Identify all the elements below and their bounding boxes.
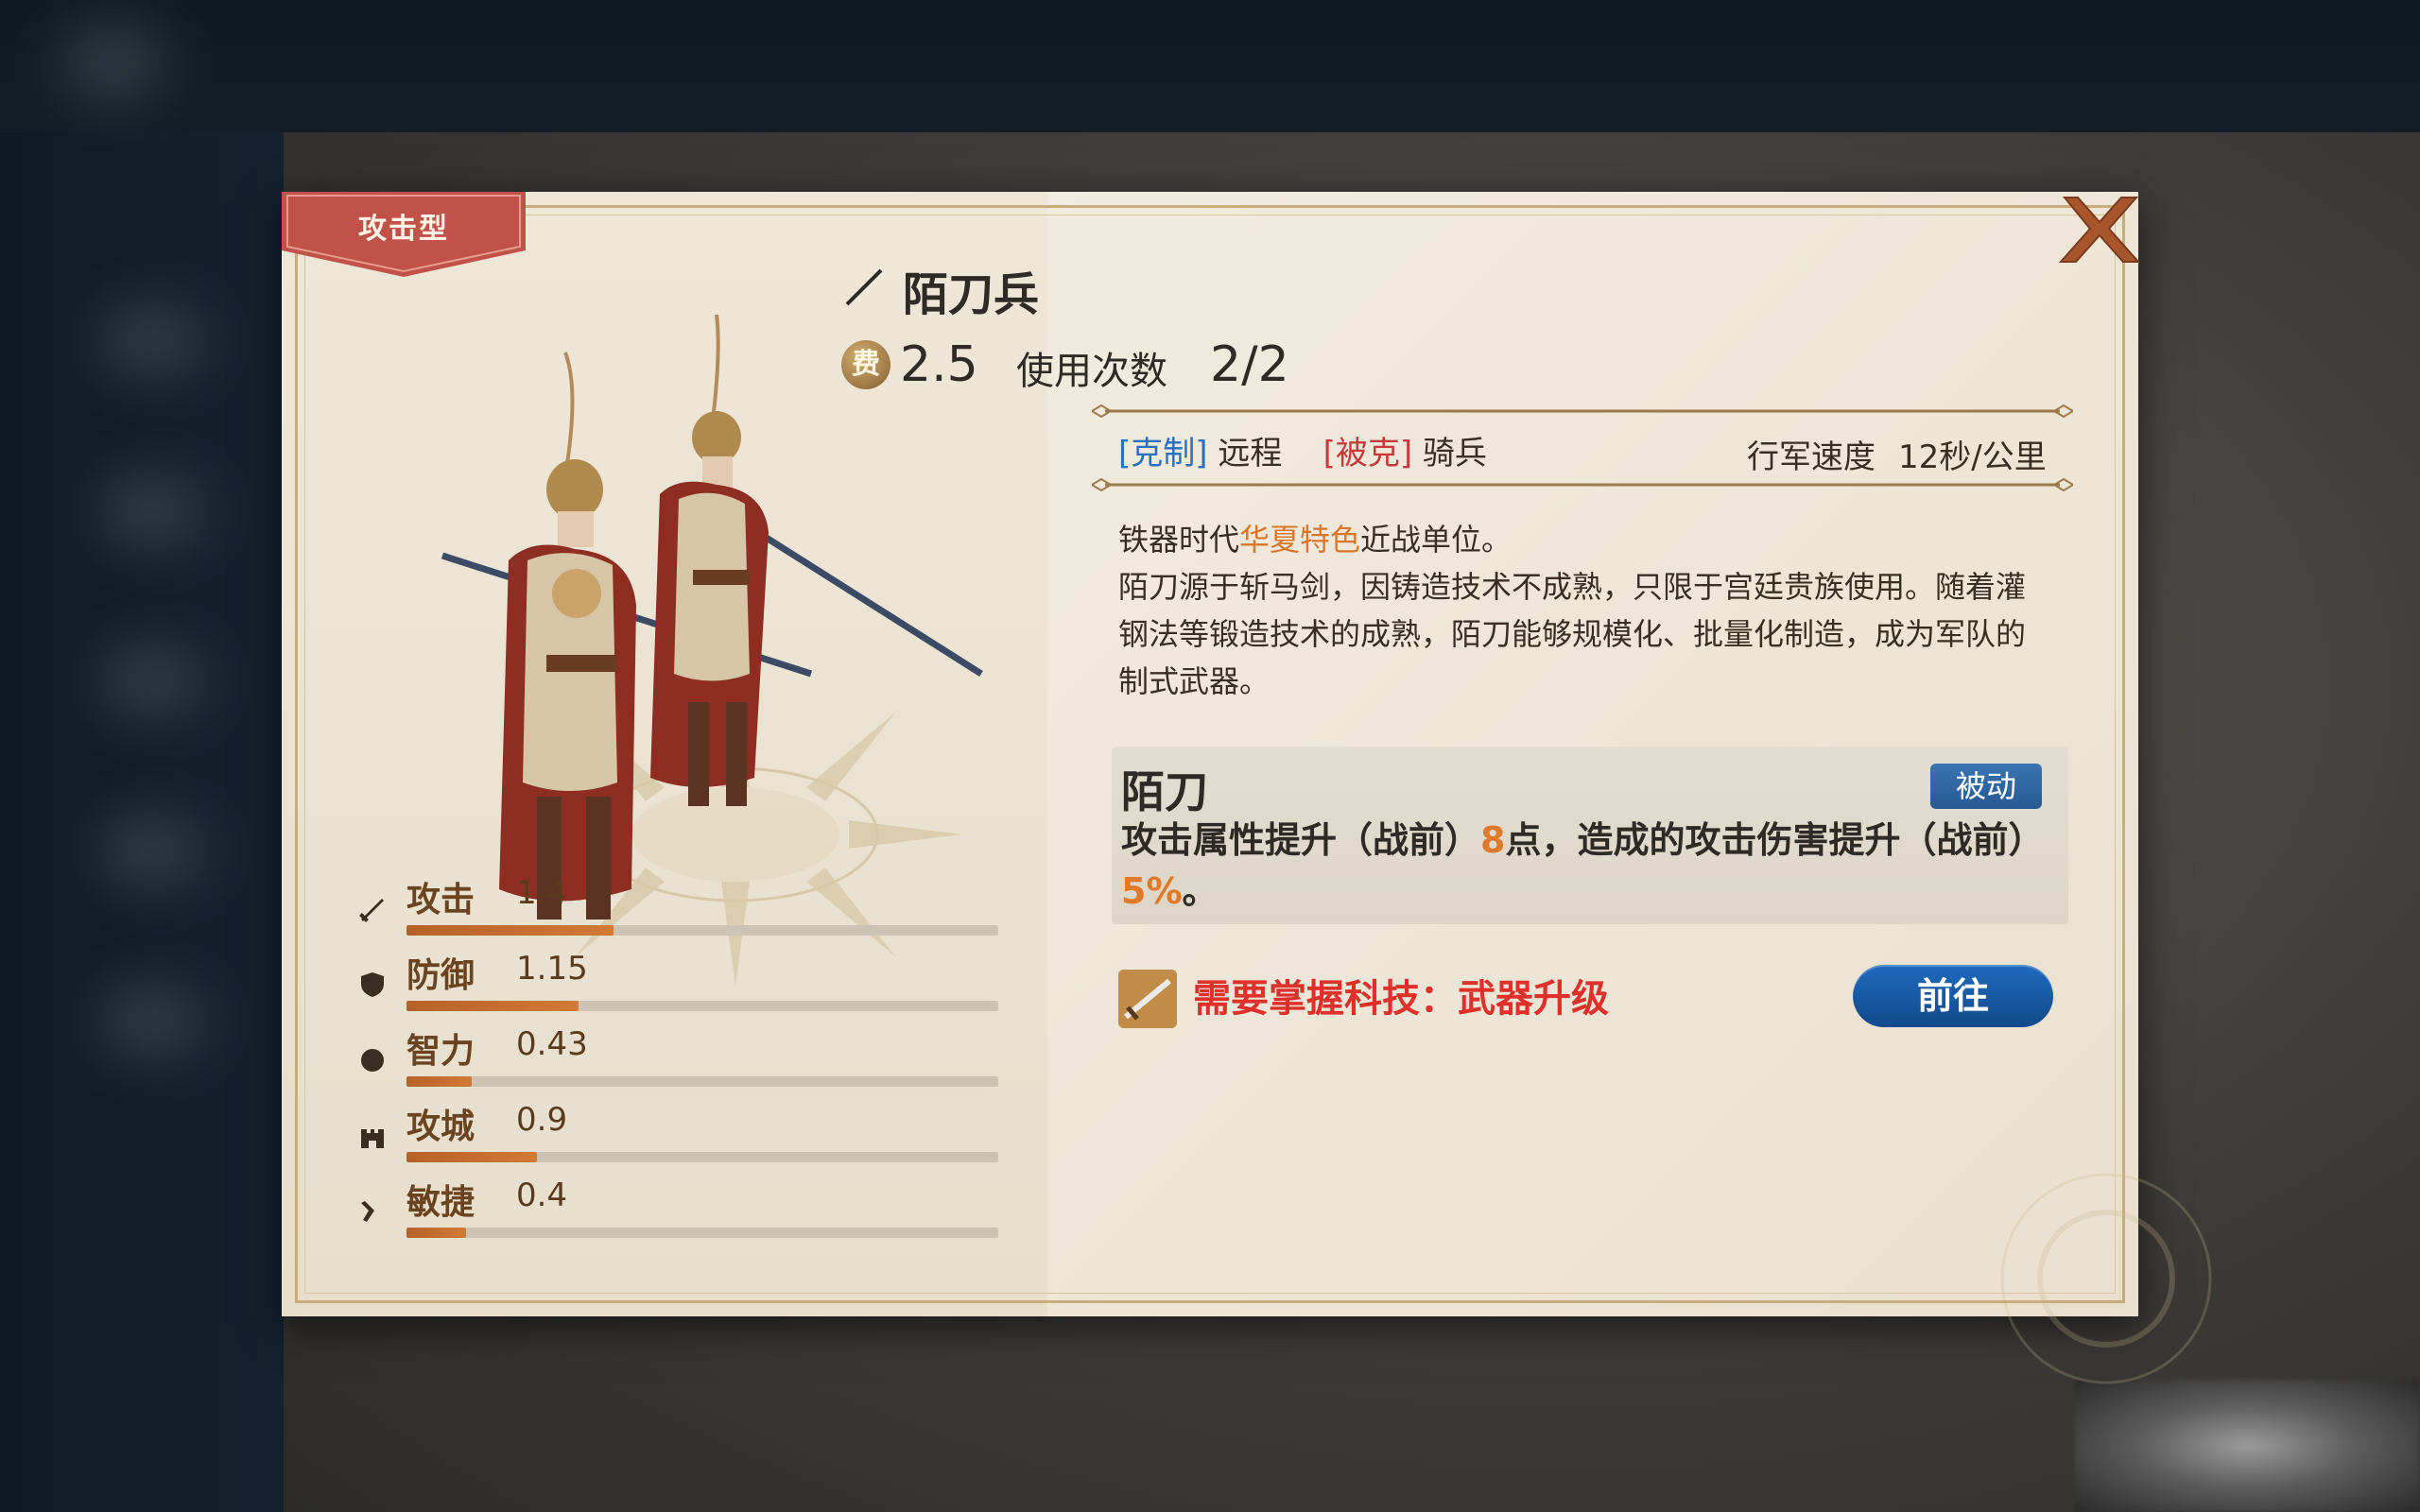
- unit-description: 铁器时代华夏特色近战单位。 陌刀源于斩马剑，因铸造技术不成熟，只限于宫廷贵族使用…: [1118, 516, 2054, 705]
- blade-icon: [845, 268, 883, 306]
- stat-bar: [406, 925, 998, 936]
- stat-value: 0.9: [516, 1101, 568, 1139]
- close-button[interactable]: [2057, 192, 2142, 266]
- castle-icon: [361, 1129, 384, 1148]
- description-line-1: 铁器时代华夏特色近战单位。: [1118, 516, 2054, 563]
- counter-row: [克制] 远程 [被克] 骑兵: [1118, 427, 1487, 473]
- background-topbar: [0, 0, 2420, 132]
- unit-type-ribbon: 攻击型: [282, 192, 526, 277]
- countered-tag: [被克]: [1322, 435, 1413, 472]
- description-body: 陌刀源于斩马剑，因铸造技术不成熟，只限于宫廷贵族使用。随着灌钢法等锻造技术的成熟…: [1118, 569, 2027, 699]
- stat-row: 攻击 1.4: [357, 872, 998, 938]
- stat-value: 1.15: [516, 950, 588, 988]
- shield-icon: [361, 972, 384, 997]
- stat-label: 敏捷: [406, 1183, 475, 1222]
- stat-row: 攻城 0.9: [357, 1099, 998, 1165]
- stat-bar-fill: [406, 925, 614, 936]
- stat-value: 0.43: [516, 1025, 588, 1063]
- description-suffix: 近战单位。: [1360, 522, 1512, 558]
- counter-tag: [克制]: [1118, 435, 1208, 472]
- skill-desc-part: 点，造成的攻击伤害提升（战前）: [1505, 819, 2045, 861]
- stat-label: 智力: [406, 1032, 475, 1071]
- background-blur: [95, 302, 208, 378]
- stat-label: 攻击: [406, 881, 475, 919]
- sword-icon: [359, 899, 384, 922]
- stat-bar: [406, 1076, 998, 1087]
- background-blur: [57, 19, 170, 104]
- skill-desc-part: 攻击属性提升（战前）: [1121, 819, 1481, 861]
- skill-name: 陌刀: [1121, 766, 1208, 817]
- skill-desc-number: 5%: [1121, 870, 1183, 912]
- background-blur: [95, 472, 208, 548]
- uses-label: 使用次数: [1016, 350, 1167, 393]
- skill-desc-number: 8: [1480, 819, 1506, 861]
- stat-bar-fill: [406, 1228, 466, 1238]
- stat-row: 智力 0.43: [357, 1023, 998, 1090]
- stat-bar: [406, 1001, 998, 1011]
- unit-name: 陌刀兵: [903, 268, 1040, 321]
- skill-description: 攻击属性提升（战前）8点，造成的攻击伤害提升（战前） 5%。: [1121, 815, 2057, 917]
- background-blur: [95, 983, 208, 1058]
- skill-desc-part: 。: [1182, 870, 1219, 912]
- march-speed-label: 行军速度: [1747, 438, 1876, 476]
- background-blur: [95, 813, 208, 888]
- stat-row: 防御 1.15: [357, 948, 998, 1014]
- boot-icon: [361, 1201, 374, 1222]
- description-prefix: 铁器时代: [1118, 522, 1240, 558]
- skill-panel: 陌刀 被动 攻击属性提升（战前）8点，造成的攻击伤害提升（战前） 5%。: [1112, 747, 2068, 924]
- goto-button[interactable]: 前往: [1853, 965, 2053, 1027]
- stat-bar-fill: [406, 1076, 472, 1087]
- brain-icon: [361, 1049, 384, 1072]
- background-blur: [95, 643, 208, 718]
- stat-label: 攻城: [406, 1108, 475, 1146]
- stat-label: 防御: [406, 956, 475, 995]
- stat-row: 敏捷 0.4: [357, 1175, 998, 1241]
- stat-bar: [406, 1228, 998, 1238]
- passive-badge: 被动: [1930, 764, 2042, 809]
- close-icon: [2058, 197, 2141, 263]
- divider-top: [1092, 404, 2073, 419]
- countered-by: 骑兵: [1422, 435, 1487, 472]
- soldier-left: [499, 352, 636, 919]
- stat-bar-fill: [406, 1152, 537, 1162]
- weapon-upgrade-icon: [1118, 970, 1177, 1028]
- stat-bar: [406, 1152, 998, 1162]
- soldier-right: [650, 314, 769, 806]
- corner-sun-decoration: [2000, 1173, 2212, 1384]
- divider-bottom: [1092, 477, 2073, 492]
- description-highlight: 华夏特色: [1239, 522, 1361, 558]
- march-speed-value: 12秒/公里: [1898, 438, 2047, 476]
- uses-value: 2/2: [1210, 336, 1289, 393]
- stat-value: 0.4: [516, 1177, 568, 1214]
- stat-bar-fill: [406, 1001, 579, 1011]
- cost-value: 2.5: [900, 336, 978, 393]
- counter-target: 远程: [1218, 435, 1283, 472]
- unit-type-label: 攻击型: [358, 213, 449, 246]
- stat-value: 1.4: [516, 874, 568, 912]
- cost-icon: 费: [841, 340, 890, 389]
- tech-requirement: 需要掌握科技：武器升级: [1193, 977, 1609, 1021]
